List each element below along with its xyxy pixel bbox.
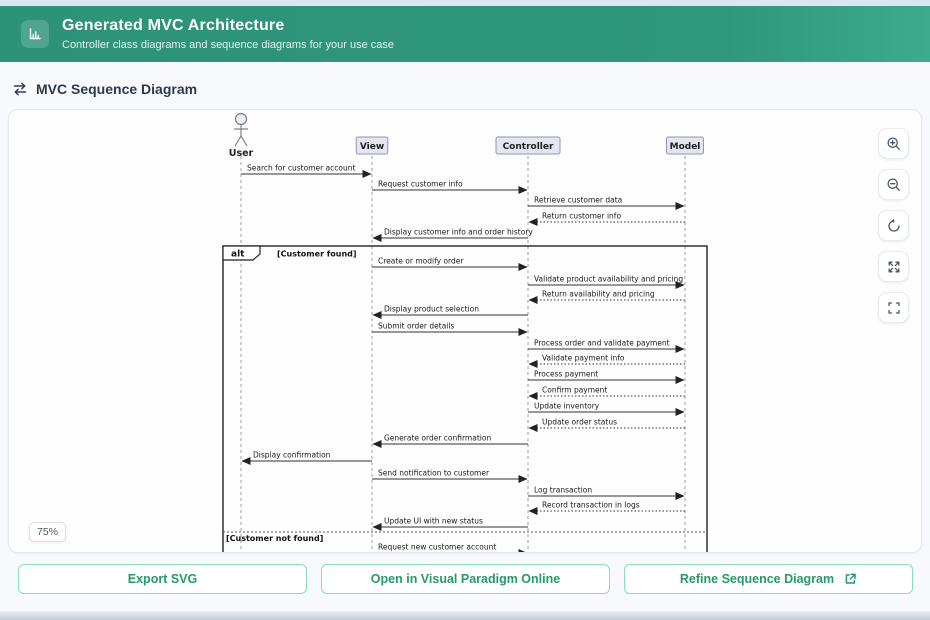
viewer-controls	[878, 128, 909, 323]
svg-text:Validate payment info: Validate payment info	[542, 354, 625, 363]
svg-text:Update inventory: Update inventory	[534, 402, 600, 411]
svg-text:Validate product availability: Validate product availability and pricin…	[534, 275, 683, 284]
expand-arrows-button[interactable]	[878, 251, 909, 282]
svg-text:Process payment: Process payment	[534, 370, 598, 379]
page-subtitle: Controller class diagrams and sequence d…	[62, 39, 394, 51]
diagram-viewer-card: alt [Customer found] [Customer not found] S…	[8, 109, 922, 553]
open-visual-paradigm-label: Open in Visual Paradigm Online	[371, 572, 560, 586]
swap-arrows-icon	[12, 81, 28, 97]
open-visual-paradigm-button[interactable]: Open in Visual Paradigm Online	[321, 564, 610, 594]
refine-sequence-diagram-button[interactable]: Refine Sequence Diagram	[624, 564, 913, 594]
bar-chart-icon	[21, 20, 49, 48]
page-bottom-strip	[0, 611, 930, 620]
svg-text:Confirm payment: Confirm payment	[542, 386, 607, 395]
svg-text:Retrieve customer data: Retrieve customer data	[534, 196, 622, 205]
section-header: MVC Sequence Diagram	[12, 80, 930, 98]
header-text-block: Generated MVC Architecture Controller cl…	[62, 17, 394, 50]
svg-text:Generate order confirmation: Generate order confirmation	[384, 434, 491, 443]
svg-text:View: View	[360, 142, 384, 152]
svg-text:Return availability and pricin: Return availability and pricing	[542, 290, 655, 299]
diagram-canvas[interactable]: alt [Customer found] [Customer not found] S…	[9, 110, 921, 553]
zoom-level-badge: 75%	[29, 522, 66, 542]
zoom-in-button[interactable]	[878, 128, 909, 159]
action-bar: Export SVG Open in Visual Paradigm Onlin…	[18, 564, 913, 594]
svg-text:[Customer found]: [Customer found]	[277, 250, 357, 259]
svg-text:Send notification to customer: Send notification to customer	[378, 469, 490, 478]
svg-text:Update UI with new status: Update UI with new status	[384, 517, 483, 526]
svg-text:Display customer info and orde: Display customer info and order history	[384, 228, 533, 237]
export-svg-button[interactable]: Export SVG	[18, 564, 307, 594]
svg-text:Controller: Controller	[503, 142, 554, 152]
page-header: Generated MVC Architecture Controller cl…	[0, 6, 930, 62]
svg-text:Return customer info: Return customer info	[542, 212, 621, 221]
section-title: MVC Sequence Diagram	[36, 81, 197, 97]
svg-text:Search for customer account: Search for customer account	[247, 164, 355, 173]
svg-text:Log transaction: Log transaction	[534, 486, 592, 495]
external-link-icon	[843, 572, 857, 586]
svg-text:Update order status: Update order status	[542, 418, 617, 427]
page-title: Generated MVC Architecture	[62, 17, 394, 35]
svg-text:Request new customer account: Request new customer account	[378, 543, 496, 552]
zoom-out-button[interactable]	[878, 169, 909, 200]
svg-text:Display product selection: Display product selection	[384, 305, 479, 314]
refine-sequence-diagram-label: Refine Sequence Diagram	[680, 572, 834, 586]
svg-text:Create or modify order: Create or modify order	[378, 257, 464, 266]
svg-text:alt: alt	[231, 250, 245, 260]
fullscreen-button[interactable]	[878, 292, 909, 323]
svg-text:Model: Model	[670, 142, 701, 152]
svg-text:Process order and validate pay: Process order and validate payment	[534, 339, 670, 348]
svg-text:Request customer info: Request customer info	[378, 180, 463, 189]
export-svg-label: Export SVG	[128, 572, 197, 586]
svg-text:Display confirmation: Display confirmation	[253, 451, 331, 460]
svg-text:Record transaction in logs: Record transaction in logs	[542, 501, 640, 510]
svg-text:Submit order details: Submit order details	[378, 322, 454, 331]
svg-text:User: User	[229, 148, 254, 159]
reset-icon-button[interactable]	[878, 210, 909, 241]
svg-text:[Customer not found]: [Customer not found]	[226, 534, 323, 543]
